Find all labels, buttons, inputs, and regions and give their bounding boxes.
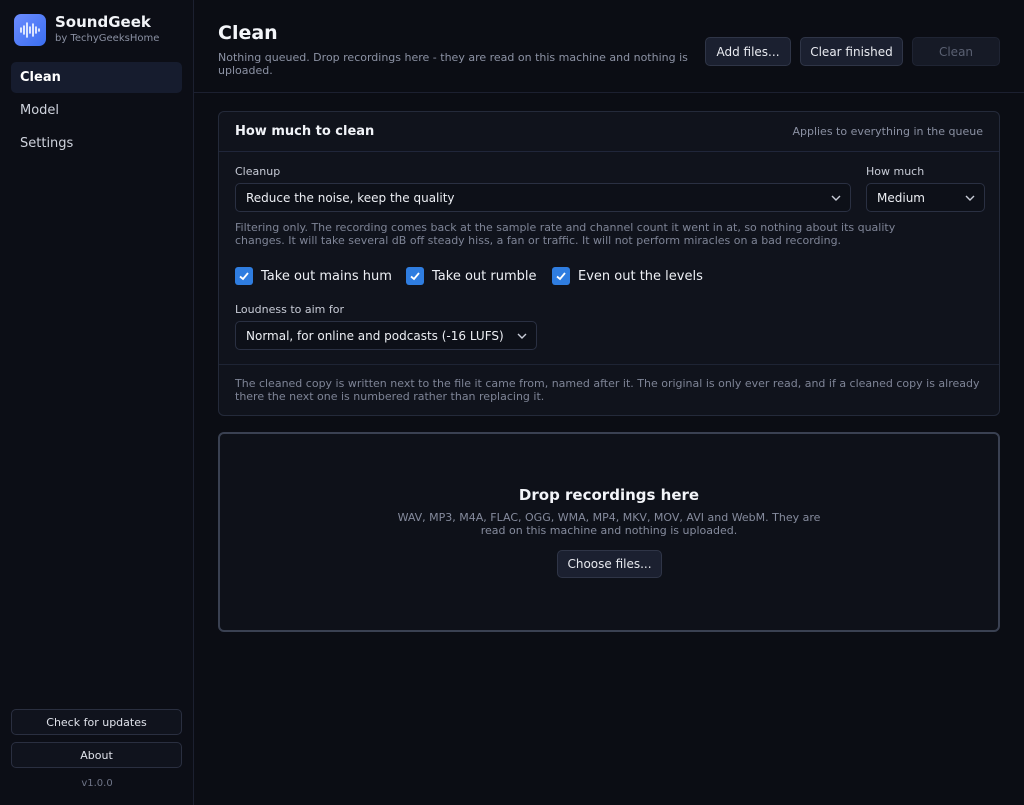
drop-zone[interactable]: Drop recordings here WAV, MP3, M4A, FLAC… xyxy=(218,432,1000,632)
checkmark-icon xyxy=(410,272,420,281)
mains-hum-label: Take out mains hum xyxy=(261,268,392,284)
card-divider xyxy=(219,364,999,365)
loudness-label: Loudness to aim for xyxy=(235,303,344,316)
how-much-select-value: Medium xyxy=(877,190,925,205)
option-rumble[interactable]: Take out rumble xyxy=(406,267,536,285)
card-note: Applies to everything in the queue xyxy=(792,125,983,138)
card-title: How much to clean xyxy=(235,124,375,139)
page-header: Clean Nothing queued. Drop recordings he… xyxy=(194,0,1024,93)
loudness-select[interactable]: Normal, for online and podcasts (-16 LUF… xyxy=(235,321,537,350)
checkmark-icon xyxy=(556,272,566,281)
queue-status: Nothing queued. Drop recordings here - t… xyxy=(218,51,688,77)
clear-finished-button[interactable]: Clear finished xyxy=(800,37,903,66)
even-levels-checkbox[interactable] xyxy=(552,267,570,285)
how-much-label: How much xyxy=(866,165,925,178)
chevron-down-icon xyxy=(517,333,527,339)
sidebar-item-clean[interactable]: Clean xyxy=(11,62,182,93)
about-button[interactable]: About xyxy=(11,742,182,768)
checkmark-icon xyxy=(239,272,249,281)
how-much-select[interactable]: Medium xyxy=(866,183,985,212)
choose-files-button[interactable]: Choose files... xyxy=(557,550,662,578)
chevron-down-icon xyxy=(965,195,975,201)
cleanup-label: Cleanup xyxy=(235,165,281,178)
output-footnote: The cleaned copy is written next to the … xyxy=(235,377,980,403)
drop-zone-title: Drop recordings here xyxy=(518,486,700,504)
check-updates-button[interactable]: Check for updates xyxy=(11,709,182,735)
brand: SoundGeek by TechyGeeksHome xyxy=(14,14,159,46)
sidebar-nav: Clean Model Settings xyxy=(11,62,182,161)
cleanup-select[interactable]: Reduce the noise, keep the quality xyxy=(235,183,851,212)
page-title: Clean xyxy=(218,22,278,44)
clean-button[interactable]: Clean xyxy=(912,37,1000,66)
cleanup-help-text: Filtering only. The recording comes back… xyxy=(235,221,896,247)
app-version: v1.0.0 xyxy=(81,778,113,789)
app-name: SoundGeek xyxy=(55,13,151,31)
mains-hum-checkbox[interactable] xyxy=(235,267,253,285)
card-header: How much to clean Applies to everything … xyxy=(219,112,999,152)
cleanup-select-value: Reduce the noise, keep the quality xyxy=(246,190,455,205)
sidebar: SoundGeek by TechyGeeksHome Clean Model … xyxy=(0,0,194,805)
sidebar-item-model[interactable]: Model xyxy=(11,95,182,126)
option-even-levels[interactable]: Even out the levels xyxy=(552,267,703,285)
app-publisher: by TechyGeeksHome xyxy=(55,33,160,44)
sidebar-item-settings[interactable]: Settings xyxy=(11,128,182,159)
main-content: Clean Nothing queued. Drop recordings he… xyxy=(194,0,1024,805)
add-files-button[interactable]: Add files... xyxy=(705,37,791,66)
drop-zone-formats: WAV, MP3, M4A, FLAC, OGG, WMA, MP4, MKV,… xyxy=(397,511,821,537)
option-mains-hum[interactable]: Take out mains hum xyxy=(235,267,392,285)
soundwave-logo-icon xyxy=(14,14,46,46)
even-levels-label: Even out the levels xyxy=(578,268,703,284)
loudness-select-value: Normal, for online and podcasts (-16 LUF… xyxy=(246,328,504,343)
rumble-checkbox[interactable] xyxy=(406,267,424,285)
chevron-down-icon xyxy=(831,195,841,201)
cleaning-settings-card: How much to clean Applies to everything … xyxy=(218,111,1000,416)
rumble-label: Take out rumble xyxy=(432,268,537,284)
